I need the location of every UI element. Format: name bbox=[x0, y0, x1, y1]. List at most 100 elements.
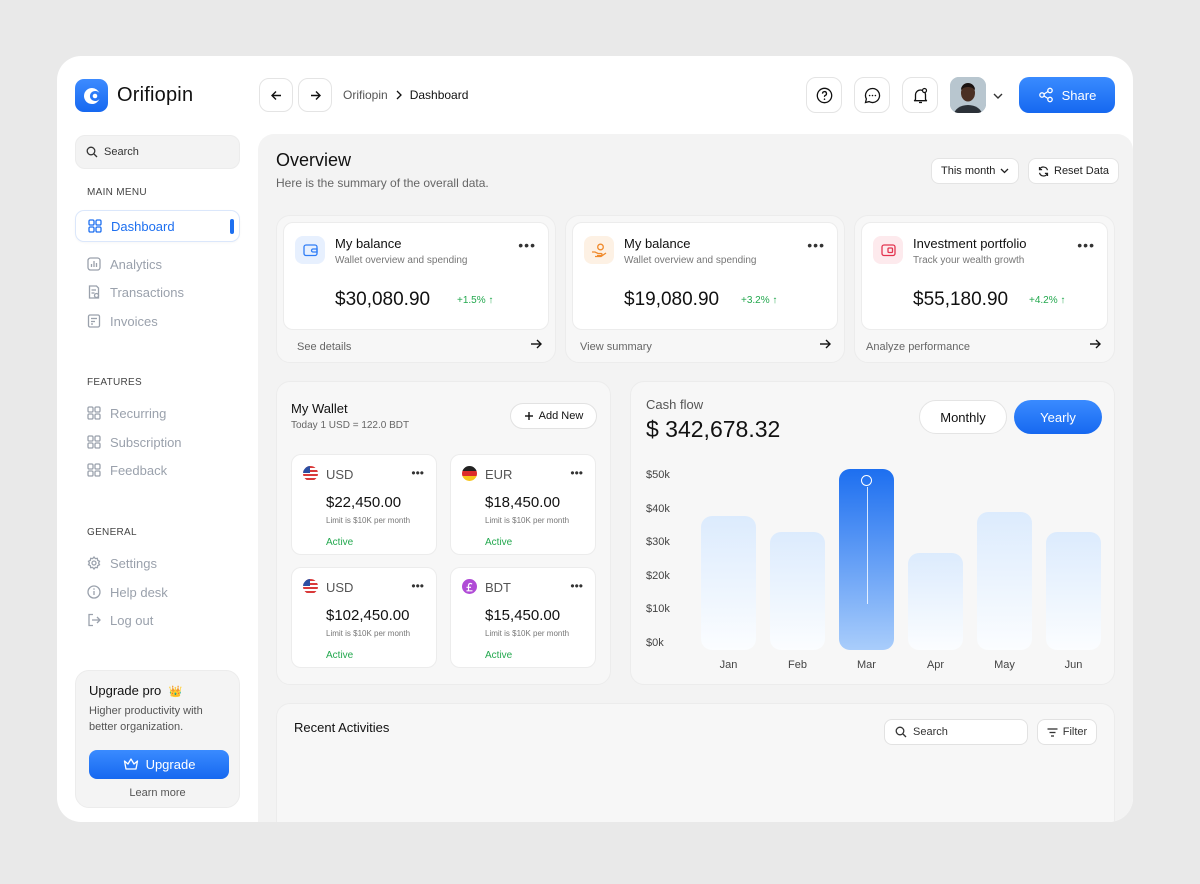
sidebar-item-label: Settings bbox=[110, 555, 157, 571]
investment-card: Investment portfolio Track your wealth g… bbox=[854, 215, 1115, 363]
search-icon bbox=[86, 146, 98, 158]
more-options-icon[interactable]: ••• bbox=[411, 579, 424, 593]
y-tick-label: $40k bbox=[646, 502, 670, 515]
grid-icon bbox=[87, 463, 101, 477]
sidebar-item-label: Recurring bbox=[110, 405, 167, 421]
arrow-right-icon[interactable] bbox=[530, 338, 543, 350]
receipt-icon bbox=[88, 285, 100, 299]
sidebar-item-invoices[interactable]: Invoices bbox=[75, 305, 240, 337]
currency-code: USD bbox=[326, 467, 354, 482]
chat-icon bbox=[864, 87, 880, 103]
chart-bar[interactable] bbox=[770, 532, 825, 650]
back-button[interactable] bbox=[259, 78, 293, 112]
chart-bar[interactable] bbox=[1046, 532, 1101, 650]
sidebar-item-dashboard[interactable]: Dashboard bbox=[75, 210, 240, 242]
forward-button[interactable] bbox=[298, 78, 332, 112]
sidebar-item-label: Feedback bbox=[110, 462, 168, 478]
more-options-icon[interactable]: ••• bbox=[570, 579, 583, 593]
card-title: My balance bbox=[335, 236, 402, 251]
filter-button[interactable]: Filter bbox=[1037, 719, 1097, 745]
chart-bar-highlighted[interactable] bbox=[839, 468, 894, 650]
chevron-down-icon[interactable] bbox=[993, 93, 1003, 100]
period-label: This month bbox=[941, 165, 996, 177]
sidebar-search-input[interactable]: Search bbox=[75, 135, 240, 169]
upgrade-title: Upgrade pro 👑 bbox=[89, 683, 183, 698]
chart-bar[interactable] bbox=[977, 512, 1032, 650]
chart-bar[interactable] bbox=[908, 552, 963, 650]
x-tick-label: Jun bbox=[1064, 659, 1083, 671]
main-menu-heading: MAIN MENU bbox=[87, 187, 147, 198]
currency-card[interactable]: EUR ••• $18,450.00 Limit is $10K per mon… bbox=[450, 454, 596, 555]
exchange-rate: Today 1 USD = 122.0 BDT bbox=[291, 420, 410, 431]
card-footer-link[interactable]: See details bbox=[297, 341, 351, 353]
share-button[interactable]: Share bbox=[1019, 77, 1115, 113]
features-heading: FEATURES bbox=[87, 377, 142, 388]
app-window: Orifiopin Search MAIN MENU Dashboard Ana… bbox=[57, 56, 1133, 822]
grid-icon bbox=[87, 435, 101, 449]
crown-outline-icon bbox=[123, 758, 138, 770]
x-tick-label: Mar bbox=[857, 659, 876, 671]
arrow-right-icon[interactable] bbox=[819, 338, 832, 350]
refresh-icon bbox=[1038, 165, 1049, 177]
activities-search-input[interactable]: Search bbox=[884, 719, 1028, 745]
hand-coin-icon bbox=[584, 236, 614, 264]
sidebar-item-log-out[interactable]: Log out bbox=[75, 604, 240, 636]
yearly-toggle[interactable]: Yearly bbox=[1014, 400, 1102, 434]
currency-card[interactable]: BDT ••• $15,450.00 Limit is $10K per mon… bbox=[450, 567, 596, 668]
sidebar-item-label: Help desk bbox=[110, 584, 168, 600]
card-amount: $19,080.90 bbox=[624, 289, 720, 310]
learn-more-link[interactable]: Learn more bbox=[76, 787, 239, 799]
gear-icon bbox=[87, 556, 101, 570]
sidebar-item-recurring[interactable]: Recurring bbox=[75, 397, 240, 429]
more-options-icon[interactable]: ••• bbox=[1077, 237, 1095, 253]
currency-amount: $15,450.00 bbox=[485, 607, 561, 624]
period-dropdown[interactable]: This month bbox=[931, 158, 1020, 184]
arrow-right-icon[interactable] bbox=[1089, 338, 1102, 350]
app-name: Orifiopin bbox=[117, 84, 194, 106]
help-button[interactable] bbox=[806, 77, 842, 113]
more-options-icon[interactable]: ••• bbox=[570, 466, 583, 480]
upgrade-button[interactable]: Upgrade bbox=[89, 750, 229, 779]
sidebar-item-settings[interactable]: Settings bbox=[75, 547, 240, 579]
app-logo[interactable]: Orifiopin bbox=[75, 79, 193, 112]
arrow-left-icon bbox=[270, 90, 281, 100]
share-label: Share bbox=[1061, 87, 1097, 103]
filter-label: Filter bbox=[1062, 726, 1088, 738]
balance-card-body: My balance Wallet overview and spending … bbox=[283, 222, 549, 330]
grid-icon bbox=[87, 406, 101, 420]
more-options-icon[interactable]: ••• bbox=[518, 237, 536, 253]
reset-data-button[interactable]: Reset Data bbox=[1028, 158, 1120, 184]
card-footer-link[interactable]: Analyze performance bbox=[866, 341, 970, 353]
breadcrumb: Orifiopin Dashboard bbox=[343, 88, 468, 102]
currency-amount: $102,450.00 bbox=[326, 607, 410, 624]
portfolio-icon bbox=[873, 236, 903, 264]
breadcrumb-root[interactable]: Orifiopin bbox=[343, 88, 388, 102]
y-tick-label: $20k bbox=[646, 569, 670, 582]
sidebar-item-label: Invoices bbox=[110, 313, 158, 329]
monthly-toggle[interactable]: Monthly bbox=[919, 400, 1007, 434]
currency-amount: $18,450.00 bbox=[485, 494, 561, 511]
add-new-button[interactable]: Add New bbox=[510, 403, 597, 429]
arrow-up-icon: ↑ bbox=[1060, 295, 1066, 306]
sidebar-item-transactions[interactable]: Transactions bbox=[75, 276, 240, 308]
user-avatar[interactable] bbox=[950, 77, 986, 113]
breadcrumb-current: Dashboard bbox=[409, 88, 469, 102]
question-icon bbox=[816, 87, 832, 103]
messages-button[interactable] bbox=[854, 77, 890, 113]
chevron-down-icon bbox=[1000, 168, 1009, 174]
more-options-icon[interactable]: ••• bbox=[411, 466, 424, 480]
page-subtitle: Here is the summary of the overall data. bbox=[276, 176, 489, 190]
more-options-icon[interactable]: ••• bbox=[807, 237, 825, 253]
card-footer-link[interactable]: View summary bbox=[580, 341, 652, 353]
invoice-icon bbox=[87, 314, 101, 328]
wallet-title: My Wallet bbox=[291, 401, 348, 416]
currency-card[interactable]: USD ••• $102,450.00 Limit is $10K per mo… bbox=[291, 567, 437, 668]
currency-card[interactable]: USD ••• $22,450.00 Limit is $10K per mon… bbox=[291, 454, 437, 555]
status-badge: Active bbox=[326, 537, 354, 548]
sidebar-item-feedback[interactable]: Feedback bbox=[75, 454, 240, 486]
currency-code: USD bbox=[326, 580, 354, 595]
plus-icon bbox=[524, 412, 533, 420]
add-new-label: Add New bbox=[538, 410, 584, 422]
chart-bar[interactable] bbox=[701, 515, 756, 650]
notifications-button[interactable] bbox=[902, 77, 938, 113]
